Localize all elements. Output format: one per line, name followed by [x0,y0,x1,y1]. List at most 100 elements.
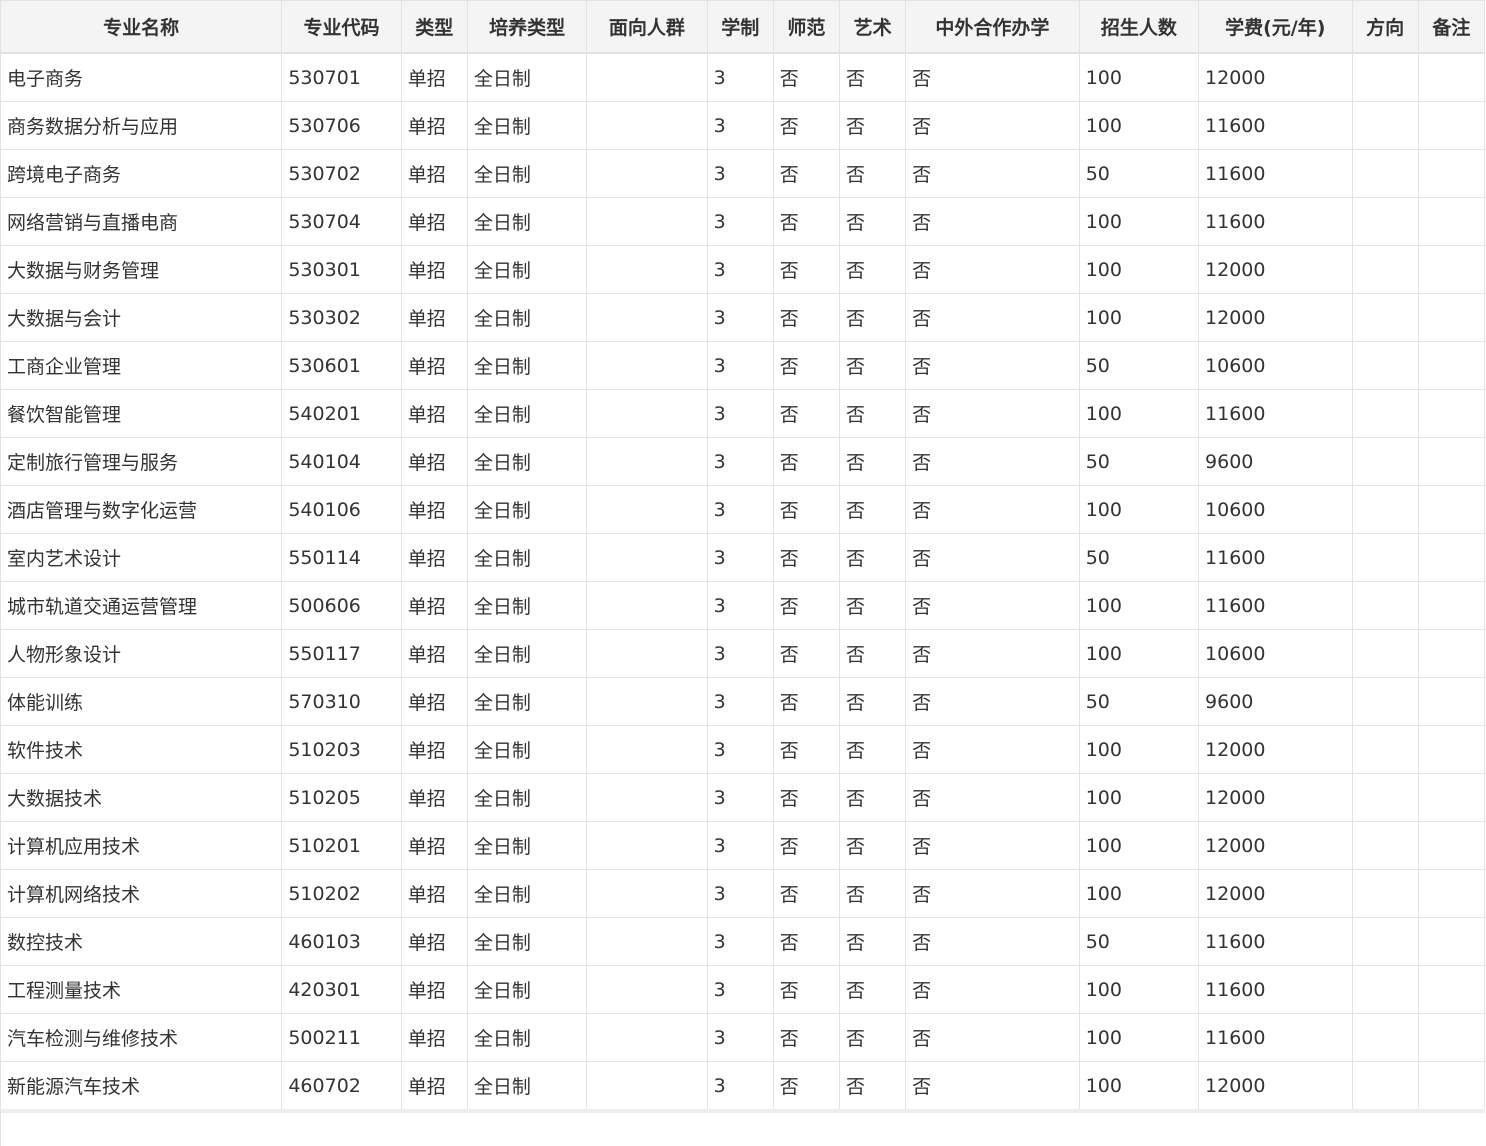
table-row: 餐饮智能管理 540201 单招 全日制 3 否否否 100 11600 [1,389,1485,438]
table-row: 酒店管理与数字化运营 540106 单招 全日制 3 否否否 100 10600 [1,485,1485,534]
table-row: 计算机应用技术 510201 单招 全日制 3 否否否 100 12000 [1,821,1485,870]
table-row: 大数据与会计 530302 单招 全日制 3 否否否 100 12000 [1,293,1485,342]
cell-joint-program: 否 [905,341,1080,390]
cell-tuition: 12000 [1198,821,1353,870]
cell-major-code: 530706 [281,101,402,150]
cell-duration: 3 [707,341,774,390]
cell-study-mode: 全日制 [467,1013,588,1062]
cell-direction [1352,965,1419,1014]
cell-teacher-training: 否 [773,53,840,102]
cell-admission-type: 单招 [401,389,468,438]
cell-duration: 3 [707,53,774,102]
cell-duration: 3 [707,869,774,918]
cell-arts: 否 [839,341,907,390]
cell-tuition: 12000 [1198,245,1353,294]
cell-remarks [1418,581,1485,630]
cell-target-group [586,533,708,582]
cell-arts: 否 [839,389,907,438]
cell-arts: 否 [839,533,907,582]
cell-tuition: 11600 [1198,1013,1353,1062]
cell-enrollment: 100 [1079,1061,1200,1113]
cell-study-mode: 全日制 [467,293,588,342]
cell-enrollment: 100 [1079,965,1200,1014]
cell-study-mode: 全日制 [467,533,588,582]
cell-major-code: 530701 [281,53,402,102]
cell-major-name: 数控技术 [1,917,283,966]
cell-remarks [1418,101,1485,150]
table-row: 新能源汽车技术 460702 单招 全日制 3 否否否 100 12000 [1,1061,1485,1113]
cell-joint-program: 否 [905,245,1080,294]
cell-remarks [1418,197,1485,246]
cell-duration: 3 [707,1061,774,1113]
cell-remarks [1418,485,1485,534]
cell-target-group [586,1013,708,1062]
cell-enrollment: 100 [1079,581,1200,630]
cell-enrollment: 50 [1079,437,1200,486]
cell-arts: 否 [839,773,907,822]
cell-study-mode: 全日制 [467,389,588,438]
cell-remarks [1418,869,1485,918]
cell-enrollment: 50 [1079,149,1200,198]
cell-teacher-training: 否 [773,197,840,246]
cell-tuition: 9600 [1198,677,1353,726]
cell-duration: 3 [707,581,774,630]
cell-joint-program: 否 [905,965,1080,1014]
cell-major-code: 530302 [281,293,402,342]
cell-arts: 否 [839,917,907,966]
cell-admission-type: 单招 [401,917,468,966]
cell-target-group [586,677,708,726]
cell-target-group [586,197,708,246]
cell-admission-type: 单招 [401,197,468,246]
cell-study-mode: 全日制 [467,581,588,630]
cell-joint-program: 否 [905,485,1080,534]
cell-arts: 否 [839,677,907,726]
cell-teacher-training: 否 [773,821,840,870]
cell-remarks [1418,293,1485,342]
cell-teacher-training: 否 [773,341,840,390]
cell-study-mode: 全日制 [467,197,588,246]
cell-tuition: 11600 [1198,389,1353,438]
cell-admission-type: 单招 [401,1013,468,1062]
table-row: 商务数据分析与应用 530706 单招 全日制 3 否否否 100 11600 [1,101,1485,150]
cell-enrollment: 100 [1079,53,1200,102]
cell-arts: 否 [839,101,907,150]
cell-admission-type: 单招 [401,293,468,342]
table-row: 工商企业管理 530601 单招 全日制 3 否否否 50 10600 [1,341,1485,390]
table-row: 计算机网络技术 510202 单招 全日制 3 否否否 100 12000 [1,869,1485,918]
cell-direction [1352,1013,1419,1062]
cell-arts: 否 [839,245,907,294]
cell-major-name: 体能训练 [1,677,283,726]
cell-direction [1352,581,1419,630]
cell-major-name: 大数据与财务管理 [1,245,283,294]
cell-duration: 3 [707,773,774,822]
cell-admission-type: 单招 [401,581,468,630]
cell-enrollment: 50 [1079,533,1200,582]
cell-admission-type: 单招 [401,773,468,822]
cell-teacher-training: 否 [773,101,840,150]
cell-joint-program: 否 [905,1013,1080,1062]
cell-joint-program: 否 [905,149,1080,198]
cell-study-mode: 全日制 [467,101,588,150]
cell-joint-program: 否 [905,677,1080,726]
cell-admission-type: 单招 [401,869,468,918]
cell-tuition: 12000 [1198,1061,1353,1113]
cell-direction [1352,197,1419,246]
cell-direction [1352,485,1419,534]
cell-target-group [586,485,708,534]
cell-duration: 3 [707,965,774,1014]
cell-duration: 3 [707,917,774,966]
column-header-major-code: 专业代码 [281,1,402,54]
cell-tuition: 10600 [1198,485,1353,534]
cell-arts: 否 [839,53,907,102]
cell-admission-type: 单招 [401,821,468,870]
cell-direction [1352,821,1419,870]
cell-target-group [586,821,708,870]
cell-target-group [586,149,708,198]
table-row: 人物形象设计 550117 单招 全日制 3 否否否 100 10600 [1,629,1485,678]
cell-study-mode: 全日制 [467,725,588,774]
cell-joint-program: 否 [905,725,1080,774]
cell-major-name: 人物形象设计 [1,629,283,678]
cell-target-group [586,293,708,342]
cell-remarks [1418,389,1485,438]
major-table: 专业名称 专业代码 类型 培养类型 面向人群 学制 师范 艺术 中外合作办学 招… [1,1,1485,1113]
